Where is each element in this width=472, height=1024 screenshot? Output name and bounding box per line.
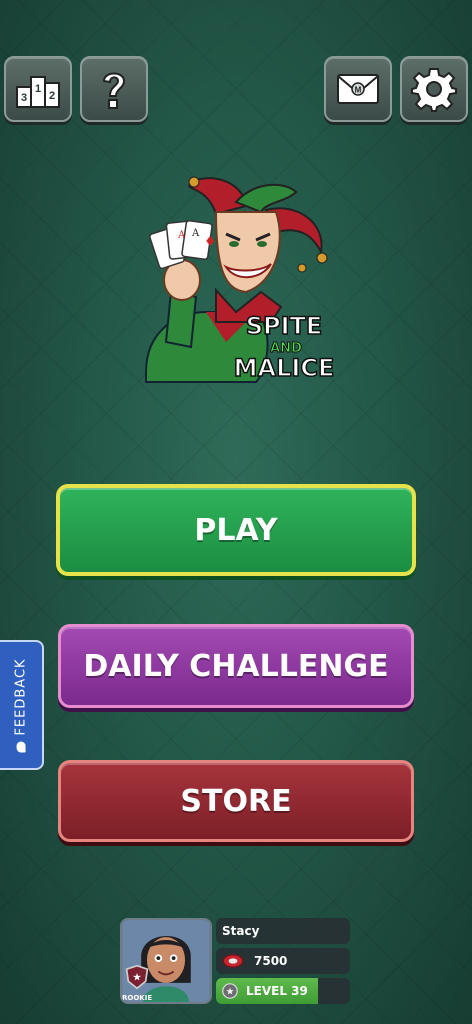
player-profile[interactable]: ★ ROOKIE Stacy 7500 ★ LEVEL 39: [120, 918, 352, 1004]
gear-icon: [411, 68, 457, 112]
svg-text:M: M: [355, 86, 362, 95]
star-icon: ★: [222, 983, 238, 999]
leaderboard-button[interactable]: 1 2 3: [4, 56, 72, 122]
svg-text:A: A: [191, 228, 200, 239]
game-logo: A A ♦ SPITE AND MALICE: [136, 172, 336, 390]
player-name: Stacy: [222, 924, 260, 938]
mail-button[interactable]: M: [324, 56, 392, 122]
rank-label: ROOKIE: [122, 994, 153, 1002]
play-button[interactable]: PLAY: [56, 484, 416, 576]
logo-title-line1: SPITE: [246, 312, 323, 340]
svg-text:3: 3: [21, 92, 27, 104]
level-label: LEVEL 39: [246, 984, 308, 998]
envelope-icon: M: [337, 74, 379, 104]
podium-icon: 1 2 3: [16, 76, 60, 108]
daily-challenge-button[interactable]: DAILY CHALLENGE: [58, 624, 414, 708]
feedback-label: FEEDBACK: [13, 657, 29, 736]
daily-challenge-label: DAILY CHALLENGE: [83, 648, 389, 684]
chat-bubble-icon: [16, 741, 26, 753]
svg-text:★: ★: [132, 971, 141, 983]
coin-count: 7500: [254, 954, 288, 968]
player-name-row: Stacy: [216, 918, 350, 944]
play-button-label: PLAY: [194, 512, 278, 548]
rank-shield-icon: ★: [125, 964, 149, 990]
settings-button[interactable]: [400, 56, 468, 122]
question-mark-icon: [102, 72, 126, 109]
store-button-label: STORE: [180, 783, 292, 819]
help-button[interactable]: [80, 56, 148, 122]
store-button[interactable]: STORE: [58, 760, 414, 842]
svg-text:♦: ♦: [204, 234, 217, 250]
coins-row: 7500: [216, 948, 350, 974]
svg-text:2: 2: [49, 90, 55, 102]
jester-holding-cards: A A ♦ SPITE AND MALICE: [145, 176, 335, 383]
level-row: ★ LEVEL 39: [216, 978, 350, 1004]
svg-text:★: ★: [226, 987, 235, 998]
feedback-tab[interactable]: FEEDBACK: [0, 640, 44, 770]
svg-text:A: A: [177, 230, 186, 241]
svg-text:1: 1: [35, 83, 41, 95]
chip-icon: [222, 954, 244, 968]
avatar[interactable]: ★ ROOKIE: [120, 918, 212, 1004]
level-progress-bar: ★ LEVEL 39: [216, 978, 318, 1004]
logo-title-line3: MALICE: [234, 354, 335, 382]
